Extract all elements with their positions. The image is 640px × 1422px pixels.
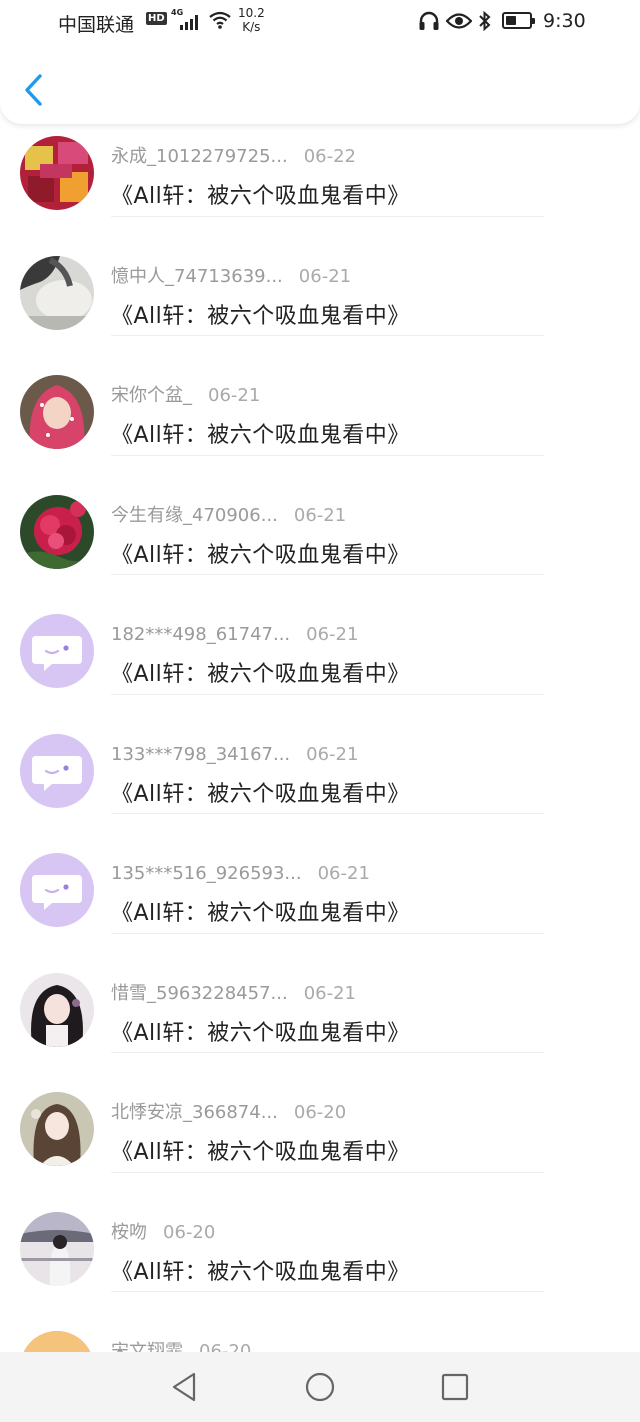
comment-list: 永成_1012279725... 06-22 《All轩：被六个吸血鬼看中》 憶中… (0, 96, 640, 1411)
avatar[interactable] (20, 375, 94, 449)
speed-unit: K/s (242, 20, 261, 34)
comment-date: 06-22 (303, 146, 356, 167)
carrier-name: 中国联通 (58, 14, 135, 36)
comment-date: 06-21 (298, 265, 352, 287)
avatar[interactable] (20, 1092, 94, 1166)
user-name[interactable]: 133***798_34167... (111, 742, 290, 768)
comment-date: 06-21 (306, 624, 359, 645)
list-item[interactable]: 惜雪_5963228457... 06-21 《All轩：被六个吸血鬼看中》 (0, 933, 640, 1053)
comment-date: 06-21 (208, 385, 261, 406)
comment-text: 《All轩：被六个吸血鬼看中》 (111, 184, 410, 209)
list-item[interactable]: 135***516_926593... 06-21 《All轩：被六个吸血鬼看中》 (0, 813, 640, 934)
comment-text: 《All轩：被六个吸血鬼看中》 (111, 1140, 410, 1165)
list-item[interactable]: 182***498_61747... 06-21 《All轩：被六个吸血鬼看中》 (0, 574, 640, 695)
navigation-bar (0, 1352, 640, 1422)
signal-icon (180, 14, 202, 30)
clock: 9:30 (543, 10, 586, 32)
network-speed: 10.2 K/s (238, 6, 265, 34)
comment-date: 06-21 (303, 982, 356, 1004)
avatar[interactable] (20, 733, 94, 808)
wifi-icon (209, 11, 231, 29)
avatar[interactable] (20, 1211, 94, 1286)
avatar[interactable] (20, 853, 94, 927)
headphones-icon (419, 11, 439, 30)
list-item[interactable]: 桉吻 06-20 《All轩：被六个吸血鬼看中》 (0, 1172, 640, 1292)
list-item[interactable]: 北悸安凉_366874... 06-20 《All轩：被六个吸血鬼看中》 (0, 1052, 640, 1173)
user-name[interactable]: 憶中人_74713639... (111, 264, 283, 290)
user-name[interactable]: 182***498_61747... (111, 622, 290, 648)
list-item[interactable]: 133***798_34167... 06-21 《All轩：被六个吸血鬼看中》 (0, 694, 640, 814)
back-triangle-icon[interactable] (168, 1370, 202, 1404)
avatar[interactable] (20, 494, 94, 569)
comment-date: 06-20 (163, 1221, 216, 1243)
comment-date: 06-21 (293, 504, 347, 526)
comment-text: 《All轩：被六个吸血鬼看中》 (111, 423, 410, 448)
comment-text: 《All轩：被六个吸血鬼看中》 (111, 901, 410, 926)
comment-text: 《All轩：被六个吸血鬼看中》 (111, 542, 410, 568)
user-name[interactable]: 宋你个盆_ (111, 383, 192, 409)
comment-date: 06-21 (317, 863, 370, 884)
status-bar: 中国联通 HD 4G 10.2 K/s 9:30 (0, 0, 640, 44)
bluetooth-icon (479, 11, 491, 31)
avatar[interactable] (20, 255, 94, 330)
user-name[interactable]: 135***516_926593... (111, 861, 302, 887)
comment-date: 06-20 (293, 1102, 347, 1123)
eye-icon (446, 13, 472, 29)
chevron-left-icon[interactable] (18, 70, 54, 110)
list-item[interactable]: 宋你个盆_ 06-21 《All轩：被六个吸血鬼看中》 (0, 335, 640, 456)
avatar[interactable] (20, 972, 94, 1047)
user-name[interactable]: 永成_1012279725... (111, 144, 288, 170)
comment-text: 《All轩：被六个吸血鬼看中》 (111, 781, 410, 807)
speed-value: 10.2 (238, 6, 265, 20)
avatar[interactable] (20, 614, 94, 688)
comment-date: 06-21 (306, 743, 359, 765)
comment-text: 《All轩：被六个吸血鬼看中》 (111, 303, 410, 329)
avatar[interactable] (20, 136, 94, 210)
user-name[interactable]: 今生有缘_470906... (111, 503, 278, 529)
comment-text: 《All轩：被六个吸血鬼看中》 (111, 662, 410, 687)
list-item[interactable]: 憶中人_74713639... 06-21 《All轩：被六个吸血鬼看中》 (0, 216, 640, 336)
hd-icon: HD (146, 12, 167, 25)
home-circle-icon[interactable] (303, 1370, 337, 1404)
comment-text: 《All轩：被六个吸血鬼看中》 (111, 1020, 410, 1046)
comment-text: 《All轩：被六个吸血鬼看中》 (111, 1259, 410, 1285)
recents-square-icon[interactable] (438, 1370, 472, 1404)
list-item[interactable]: 今生有缘_470906... 06-21 《All轩：被六个吸血鬼看中》 (0, 455, 640, 575)
user-name[interactable]: 桉吻 (111, 1220, 147, 1246)
battery-icon (502, 12, 535, 29)
user-name[interactable]: 惜雪_5963228457... (111, 981, 288, 1007)
user-name[interactable]: 北悸安凉_366874... (111, 1100, 278, 1126)
